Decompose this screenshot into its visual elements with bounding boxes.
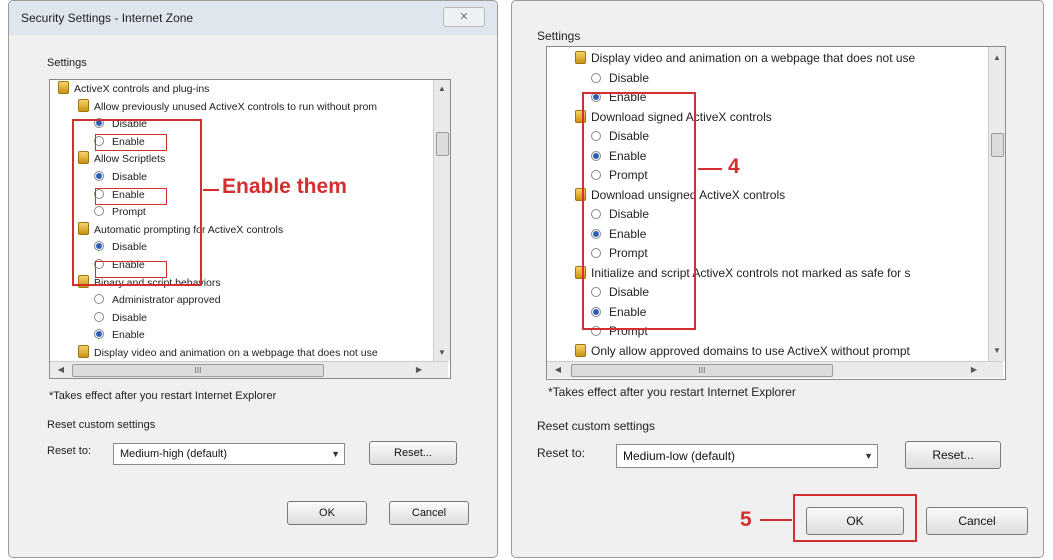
restart-note: *Takes effect after you restart Internet… [548, 385, 796, 399]
annotation-line [698, 168, 722, 170]
settings-category: ActiveX controls and plug-ins [58, 81, 209, 97]
scroll-right-icon[interactable]: ▶ [967, 365, 981, 374]
highlight-box-step5 [793, 494, 917, 542]
radio-option[interactable]: Disable [591, 69, 649, 87]
close-button[interactable]: ✕ [443, 7, 485, 27]
setting-icon [575, 343, 586, 357]
scroll-grip: III [698, 366, 706, 375]
setting-icon [575, 51, 586, 64]
annotation-line [203, 189, 219, 191]
scroll-right-icon[interactable]: ▶ [412, 365, 426, 374]
scroll-down-icon[interactable]: ▼ [990, 346, 1004, 355]
dialog-title: Security Settings - Internet Zone [21, 11, 194, 25]
annotation-step-5: 5 [740, 508, 752, 531]
setting-icon [58, 81, 69, 94]
reset-group-label: Reset custom settings [47, 419, 156, 431]
setting-label: Display video and animation on a webpage… [591, 51, 916, 65]
settings-item: Only allow approved domains to use Activ… [575, 342, 910, 360]
cancel-button[interactable]: Cancel [389, 501, 469, 525]
chevron-down-icon: ▼ [864, 451, 873, 461]
reset-level-dropdown[interactable]: Medium-high (default) ▼ [113, 443, 345, 465]
scroll-left-icon[interactable]: ◀ [54, 365, 68, 374]
horizontal-scrollbar[interactable]: ◀ III ▶ [50, 361, 448, 378]
scroll-grip: III [194, 366, 202, 375]
h-scroll-thumb[interactable]: III [72, 364, 324, 377]
reset-level-value: Medium-high (default) [120, 448, 227, 460]
scroll-left-icon[interactable]: ◀ [551, 365, 565, 374]
ok-button-label: OK [319, 507, 335, 519]
radio-unselected-icon[interactable] [94, 311, 104, 322]
reset-level-dropdown[interactable]: Medium-low (default) ▼ [616, 444, 878, 468]
settings-label: Settings [47, 57, 87, 69]
annotation-step-4: 4 [728, 155, 740, 178]
reset-button[interactable]: Reset... [905, 441, 1001, 469]
setting-label: Allow previously unused ActiveX controls… [94, 100, 378, 113]
radio-selected-icon[interactable] [94, 329, 104, 340]
setting-label: Disable [609, 70, 650, 85]
settings-item: Display video and animation on a webpage… [78, 345, 378, 361]
setting-icon [78, 98, 89, 112]
vertical-scrollbar[interactable]: ▲ ▼ [988, 47, 1005, 361]
annotation-enable-them: Enable them [222, 175, 347, 198]
setting-icon [78, 345, 89, 358]
horizontal-scrollbar[interactable]: ◀ III ▶ [547, 361, 1003, 378]
reset-to-label: Reset to: [47, 445, 92, 457]
annotation-line [760, 519, 792, 521]
highlight-enable-3 [95, 261, 167, 278]
radio-option[interactable]: Disable [94, 310, 147, 326]
settings-item: Allow previously unused ActiveX controls… [78, 98, 378, 115]
settings-label: Settings [537, 29, 581, 43]
highlight-box-step4 [582, 92, 696, 330]
radio-unselected-icon[interactable] [591, 72, 601, 83]
setting-label: Only allow approved domains to use Activ… [591, 343, 910, 358]
scroll-down-icon[interactable]: ▼ [435, 348, 449, 357]
scroll-thumb[interactable] [991, 133, 1004, 157]
reset-level-value: Medium-low (default) [623, 449, 736, 463]
setting-label: ActiveX controls and plug-ins [74, 83, 210, 95]
setting-label: Display video and animation on a webpage… [94, 347, 378, 359]
highlight-enable-1 [95, 134, 167, 151]
reset-button-label: Reset... [394, 447, 432, 459]
highlight-enable-2 [95, 188, 167, 205]
scroll-up-icon[interactable]: ▲ [990, 53, 1004, 62]
settings-item: Display video and animation on a webpage… [575, 49, 915, 67]
chevron-down-icon: ▼ [331, 449, 340, 459]
h-scroll-thumb[interactable]: III [571, 364, 833, 377]
radio-unselected-icon[interactable] [94, 294, 104, 305]
radio-option[interactable]: Administrator approved [94, 292, 221, 308]
vertical-scrollbar[interactable]: ▲ ▼ [433, 80, 450, 361]
setting-label: Disable [112, 311, 148, 324]
cancel-button[interactable]: Cancel [926, 507, 1028, 535]
scroll-up-icon[interactable]: ▲ [435, 84, 449, 93]
cancel-button-label: Cancel [958, 514, 996, 528]
ok-button[interactable]: OK [287, 501, 367, 525]
title-bar: Security Settings - Internet Zone ✕ [9, 1, 497, 35]
reset-button-label: Reset... [932, 448, 974, 462]
scroll-thumb[interactable] [436, 132, 449, 156]
setting-label: Enable [112, 329, 145, 342]
setting-label: Administrator approved [112, 294, 221, 307]
restart-note: *Takes effect after you restart Internet… [49, 390, 277, 402]
reset-group-label: Reset custom settings [537, 419, 656, 433]
radio-option[interactable]: Enable [94, 327, 145, 343]
close-icon: ✕ [459, 11, 469, 23]
reset-to-label: Reset to: [537, 446, 586, 460]
cancel-button-label: Cancel [411, 507, 447, 519]
reset-button[interactable]: Reset... [369, 441, 457, 465]
